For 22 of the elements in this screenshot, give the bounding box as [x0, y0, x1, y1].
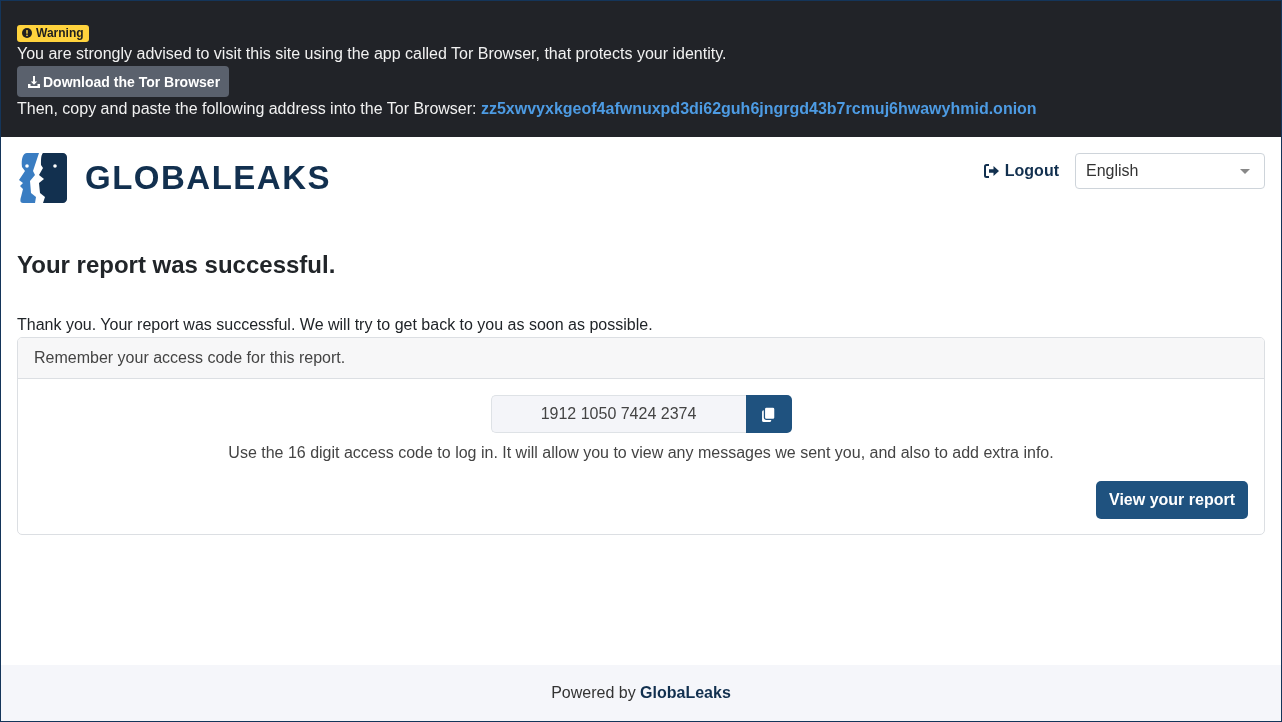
language-select[interactable]: English [1075, 153, 1265, 189]
download-icon [28, 75, 40, 88]
badge-label: Warning [36, 26, 84, 40]
logo-wordmark: GLOBALEAKS [85, 159, 331, 197]
address-instruction: Then, copy and paste the following address into the Tor Browser: zz5xwvyxkgeof4afwnuxpd3di62guh6jngrgd43b7rcmuj6hwawyhmid.onion [17, 99, 1038, 119]
thank-you-message: Thank you. Your report was successful. We will try to get back to you as soon as possible. [17, 315, 654, 335]
download-button[interactable]: Download the Tor Browser [17, 66, 230, 97]
copy-button[interactable] [745, 395, 792, 433]
copy-icon [762, 406, 775, 422]
warning-message: You are strongly advised to visit this site using the app called Tor Browser, that protects your identity. [17, 44, 728, 64]
logout-link[interactable]: Logout [983, 162, 1059, 180]
access-code-field[interactable]: 1912 1050 7424 2374 [490, 395, 746, 433]
powered-by-text: Powered by GlobaLeaks [551, 684, 731, 702]
view-report-button[interactable]: View your report [1096, 481, 1248, 519]
caret-icon [1240, 168, 1250, 174]
page-heading: Your report was successful. [17, 250, 337, 280]
card-header: Remember your access code for this report. [18, 338, 1264, 379]
access-code-hint: Use the 16 digit access code to log in. It will allow you to view any messages we sent you, and also to add extra info. [227, 443, 1055, 463]
onion-address-link[interactable]: zz5xwvyxkgeof4afwnuxpd3di62guh6jngrgd43b7rcmuj6hwawyhmid.onion [480, 100, 1037, 117]
logout-icon [983, 164, 1000, 178]
exclamation-icon [22, 28, 32, 38]
logo-faces-icon [17, 153, 67, 203]
